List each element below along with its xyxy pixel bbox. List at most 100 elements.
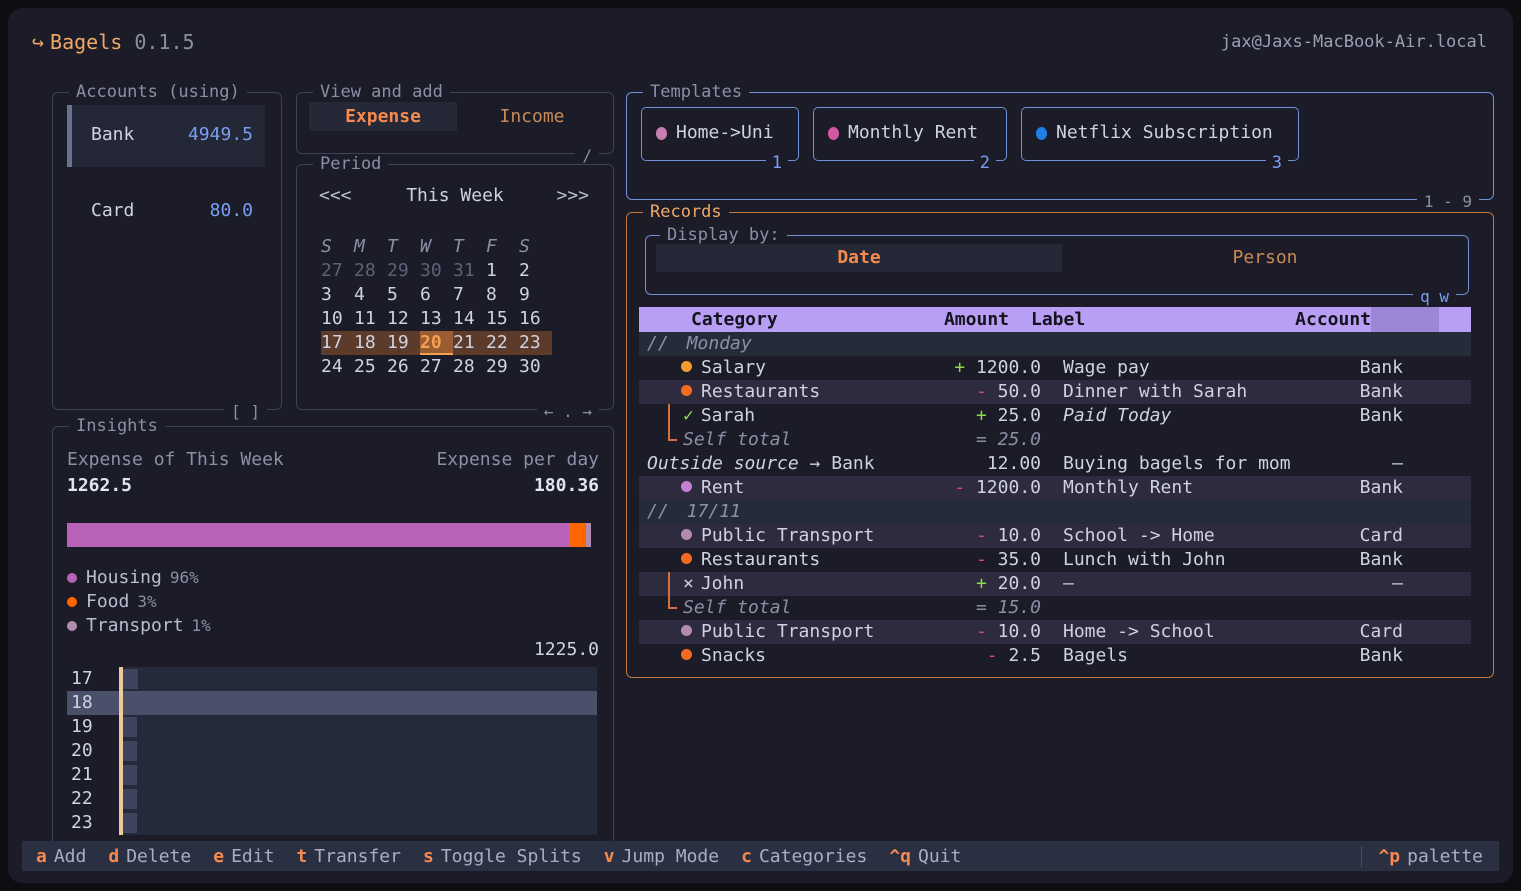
tab-display-by-date[interactable]: Date bbox=[656, 244, 1062, 272]
records-table-row[interactable]: Self total= 25.0 bbox=[639, 428, 1471, 452]
chart-row[interactable]: 23 bbox=[67, 811, 597, 835]
period-next-button[interactable]: >>> bbox=[556, 185, 589, 206]
amount-cell bbox=[939, 500, 1049, 524]
tab-expense[interactable]: Expense bbox=[309, 102, 457, 131]
chart-plot-area bbox=[123, 811, 597, 835]
records-table-row[interactable]: Public Transport- 10.0School -> HomeCard bbox=[639, 524, 1471, 548]
calendar-day[interactable]: 6 bbox=[420, 283, 453, 307]
records-panel: Records Display by: q w Date Person Cate… bbox=[626, 212, 1494, 678]
chart-row[interactable]: 22 bbox=[67, 787, 597, 811]
calendar-day[interactable]: 10 bbox=[321, 307, 354, 331]
column-header[interactable]: Amount bbox=[907, 307, 1017, 332]
footer-label: Categories bbox=[759, 846, 867, 867]
category-name: Restaurants bbox=[701, 381, 820, 402]
records-table-row[interactable]: Public Transport- 10.0Home -> SchoolCard bbox=[639, 620, 1471, 644]
footer-action-delete[interactable]: dDelete bbox=[108, 846, 191, 867]
calendar-day[interactable]: 18 bbox=[354, 331, 387, 355]
tab-income[interactable]: Income bbox=[467, 102, 597, 131]
calendar-day[interactable]: 17 bbox=[321, 331, 354, 355]
account-cell bbox=[1303, 428, 1403, 452]
records-table-row[interactable]: Restaurants- 50.0Dinner with SarahBank bbox=[639, 380, 1471, 404]
calendar-day[interactable]: 8 bbox=[486, 283, 519, 307]
calendar-day[interactable]: 7 bbox=[453, 283, 486, 307]
amount-cell: - 10.0 bbox=[939, 524, 1049, 548]
calendar-day[interactable]: 29 bbox=[387, 259, 420, 283]
calendar-day[interactable]: 16 bbox=[519, 307, 552, 331]
calendar-day[interactable]: 28 bbox=[453, 355, 486, 379]
footer-action-transfer[interactable]: tTransfer bbox=[296, 846, 401, 867]
insights-left-label: Expense of This Week bbox=[67, 449, 284, 470]
records-table-row[interactable]: ×John+ 20.0–– bbox=[639, 572, 1471, 596]
calendar-day[interactable]: 22 bbox=[486, 331, 519, 355]
calendar-day[interactable]: 12 bbox=[387, 307, 420, 331]
calendar-day[interactable]: 21 bbox=[453, 331, 486, 355]
column-header[interactable]: Account bbox=[1271, 307, 1371, 332]
calendar-day[interactable]: 31 bbox=[453, 259, 486, 283]
records-table-row[interactable]: Self total= 15.0 bbox=[639, 596, 1471, 620]
calendar-day[interactable]: 26 bbox=[387, 355, 420, 379]
records-table-row[interactable]: Salary+ 1200.0Wage payBank bbox=[639, 356, 1471, 380]
records-scrollbar[interactable] bbox=[1371, 307, 1439, 332]
template-button-monthly-rent[interactable]: Monthly Rent 2 bbox=[813, 107, 1007, 161]
calendar-day[interactable]: 28 bbox=[354, 259, 387, 283]
period-panel-title: Period bbox=[313, 154, 388, 174]
column-header[interactable]: Category bbox=[639, 307, 907, 332]
calendar-day[interactable]: 2 bbox=[519, 259, 552, 283]
chart-row-label: 19 bbox=[71, 715, 113, 739]
calendar-day[interactable]: 11 bbox=[354, 307, 387, 331]
records-table-row[interactable]: Outside source → Bank12.00Buying bagels … bbox=[639, 452, 1471, 476]
footer-action-categories[interactable]: cCategories bbox=[741, 846, 867, 867]
footer-action-edit[interactable]: eEdit bbox=[213, 846, 274, 867]
chart-row[interactable]: 19 bbox=[67, 715, 597, 739]
footer-action-quit[interactable]: ^qQuit bbox=[889, 846, 961, 867]
calendar[interactable]: SMTWTFS272829303112345678910111213141516… bbox=[321, 235, 589, 379]
calendar-day[interactable]: 30 bbox=[519, 355, 552, 379]
calendar-day[interactable]: 29 bbox=[486, 355, 519, 379]
calendar-day[interactable]: 14 bbox=[453, 307, 486, 331]
calendar-day[interactable]: 24 bbox=[321, 355, 354, 379]
chart-row[interactable]: 18 bbox=[67, 691, 597, 715]
calendar-day[interactable]: 13 bbox=[420, 307, 453, 331]
chart-row[interactable]: 17 bbox=[67, 667, 597, 691]
account-item-bank[interactable]: Bank 4949.5 bbox=[67, 105, 265, 167]
records-table[interactable]: CategoryAmountLabelAccount//MondaySalary… bbox=[639, 307, 1471, 668]
account-name: Bank bbox=[91, 124, 134, 145]
label-cell: Buying bagels for mom bbox=[1049, 452, 1303, 476]
calendar-day[interactable]: 20 bbox=[420, 331, 453, 355]
calendar-day[interactable]: 25 bbox=[354, 355, 387, 379]
footer-action-add[interactable]: aAdd bbox=[36, 846, 86, 867]
tab-display-by-person[interactable]: Person bbox=[1070, 244, 1460, 272]
template-button-home-uni[interactable]: Home->Uni 1 bbox=[641, 107, 799, 161]
footer-palette-button[interactable]: ^ppalette bbox=[1361, 846, 1499, 867]
calendar-day[interactable]: 9 bbox=[519, 283, 552, 307]
calendar-day[interactable]: 3 bbox=[321, 283, 354, 307]
calendar-day[interactable]: 27 bbox=[420, 355, 453, 379]
records-table-row[interactable]: Snacks- 2.5BagelsBank bbox=[639, 644, 1471, 668]
calendar-day[interactable]: 27 bbox=[321, 259, 354, 283]
records-table-row[interactable]: ✓Sarah+ 25.0Paid TodayBank bbox=[639, 404, 1471, 428]
titlebar: ↪Bagels 0.1.5 jax@Jaxs-MacBook-Air.local bbox=[8, 30, 1513, 60]
label-cell: Paid Today bbox=[1049, 404, 1303, 428]
calendar-day[interactable]: 23 bbox=[519, 331, 552, 355]
calendar-day[interactable]: 30 bbox=[420, 259, 453, 283]
template-shortcut: 2 bbox=[974, 153, 996, 173]
expense-per-day-chart[interactable]: 17181920212223 bbox=[67, 667, 597, 835]
calendar-day[interactable]: 15 bbox=[486, 307, 519, 331]
category-color-dot-icon bbox=[681, 481, 692, 492]
template-button-netflix-subscription[interactable]: Netflix Subscription 3 bbox=[1021, 107, 1299, 161]
chart-plot-area bbox=[123, 715, 597, 739]
footer-action-toggle-splits[interactable]: sToggle Splits bbox=[423, 846, 582, 867]
records-table-row[interactable]: Restaurants- 35.0Lunch with JohnBank bbox=[639, 548, 1471, 572]
calendar-day[interactable]: 1 bbox=[486, 259, 519, 283]
chart-row[interactable]: 21 bbox=[67, 763, 597, 787]
group-prefix: // bbox=[647, 501, 669, 522]
calendar-day[interactable]: 5 bbox=[387, 283, 420, 307]
calendar-day[interactable]: 4 bbox=[354, 283, 387, 307]
calendar-day[interactable]: 19 bbox=[387, 331, 420, 355]
label-cell: Wage pay bbox=[1049, 356, 1303, 380]
records-table-row[interactable]: Rent- 1200.0Monthly RentBank bbox=[639, 476, 1471, 500]
footer-action-jump-mode[interactable]: vJump Mode bbox=[604, 846, 719, 867]
chart-row[interactable]: 20 bbox=[67, 739, 597, 763]
account-item-card[interactable]: Card 80.0 bbox=[67, 181, 265, 243]
column-header[interactable]: Label bbox=[1017, 307, 1271, 332]
